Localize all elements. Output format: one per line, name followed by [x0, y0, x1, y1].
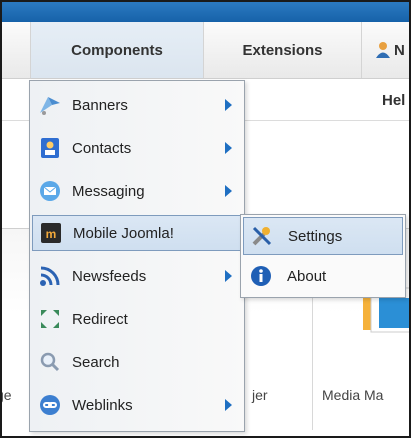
components-dropdown: Banners Contacts Messaging m Mobile Joom… — [29, 80, 245, 432]
menu-item-label: Contacts — [72, 139, 132, 157]
submenu-arrow-icon — [225, 270, 232, 282]
contacts-icon — [38, 136, 62, 160]
settings-icon — [250, 224, 274, 248]
submenu-item-about[interactable]: About — [243, 257, 403, 295]
menu-item-label: Search — [72, 353, 120, 371]
redirect-icon — [38, 307, 62, 331]
tab-users-label: N — [394, 41, 405, 59]
users-icon — [374, 41, 392, 59]
search-icon — [38, 350, 62, 374]
banners-icon — [38, 93, 62, 117]
tab-components[interactable]: Components — [30, 22, 204, 78]
submenu-item-label: About — [287, 267, 327, 285]
menu-item-weblinks[interactable]: Weblinks — [32, 387, 242, 423]
info-icon — [249, 264, 273, 288]
quick-icon-label[interactable]: ge — [2, 387, 12, 403]
menu-item-label: Mobile Joomla! — [73, 224, 174, 242]
menu-item-redirect[interactable]: Redirect — [32, 301, 242, 337]
menu-item-search[interactable]: Search — [32, 344, 242, 380]
app-window: Components Extensions N Hel ge jer Media… — [0, 0, 411, 438]
menu-item-label: Redirect — [72, 310, 128, 328]
submenu-item-settings[interactable]: Settings — [243, 217, 403, 255]
menu-item-contacts[interactable]: Contacts — [32, 130, 242, 166]
quick-icon-label[interactable]: jer — [252, 387, 268, 403]
submenu-arrow-icon — [225, 185, 232, 197]
weblinks-icon — [38, 393, 62, 417]
media-manager-label[interactable]: Media Ma — [322, 387, 383, 403]
menu-item-label: Weblinks — [72, 396, 133, 414]
mobile-joomla-submenu: Settings About — [240, 214, 406, 298]
menu-item-newsfeeds[interactable]: Newsfeeds — [32, 258, 242, 294]
tab-users[interactable]: N — [362, 22, 409, 78]
submenu-arrow-icon — [225, 142, 232, 154]
submenu-item-label: Settings — [288, 227, 343, 245]
submenu-arrow-icon — [225, 99, 232, 111]
mobile-joomla-icon: m — [39, 221, 63, 245]
tab-extensions[interactable]: Extensions — [204, 22, 362, 78]
menu-bar: Components Extensions N — [2, 22, 409, 79]
help-menu[interactable]: Hel — [382, 92, 405, 109]
menu-item-messaging[interactable]: Messaging — [32, 173, 242, 209]
menu-item-banners[interactable]: Banners — [32, 87, 242, 123]
menu-item-label: Newsfeeds — [72, 267, 147, 285]
submenu-arrow-icon — [225, 399, 232, 411]
top-status-bar — [2, 2, 409, 22]
menu-item-label: Banners — [72, 96, 128, 114]
newsfeeds-icon — [38, 264, 62, 288]
menu-item-label: Messaging — [72, 182, 145, 200]
messaging-icon — [38, 179, 62, 203]
menu-item-mobile-joomla[interactable]: m Mobile Joomla! — [32, 215, 242, 251]
svg-text:m: m — [46, 227, 57, 241]
